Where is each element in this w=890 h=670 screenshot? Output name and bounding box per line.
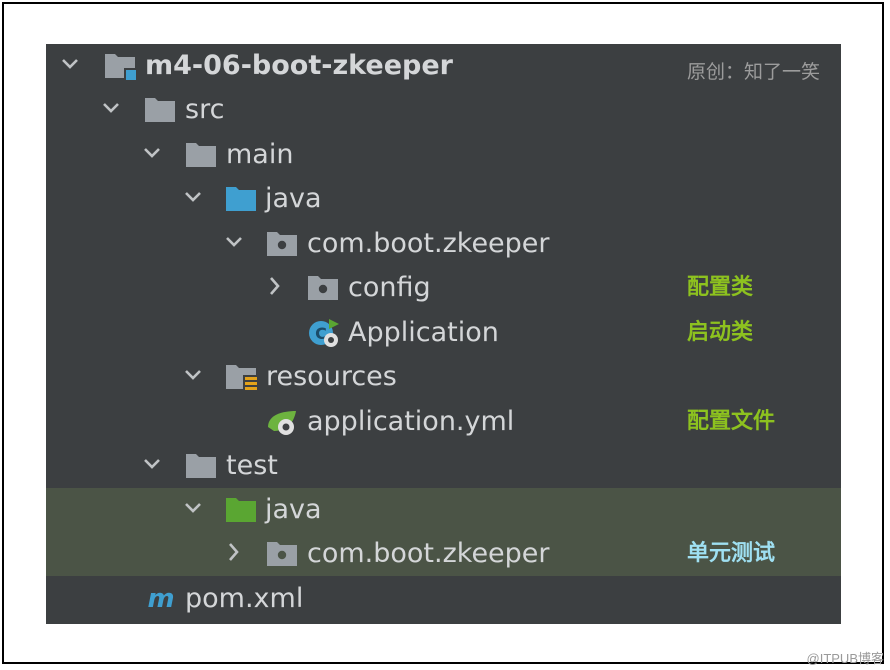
chevron-right-icon[interactable] [224, 540, 244, 564]
chevron-down-icon[interactable] [224, 230, 244, 254]
project-tree-panel: m4-06-boot-zkeeper 原创：知了一笑 src main java… [46, 44, 841, 624]
java-label: java [265, 183, 322, 214]
tree-row-pom[interactable]: m pom.xml [46, 577, 841, 621]
source-folder-icon [226, 187, 256, 211]
test-label: test [226, 450, 278, 481]
pom-label: pom.xml [185, 583, 304, 614]
tree-row-src[interactable]: src [46, 88, 841, 132]
svg-text:m: m [147, 584, 174, 614]
spring-boot-app-icon: C [309, 319, 339, 347]
tree-row-java-main[interactable]: java [46, 177, 841, 221]
src-label: src [185, 94, 225, 125]
package-icon [308, 276, 338, 300]
chevron-down-icon[interactable] [183, 185, 203, 209]
resources-label: resources [266, 361, 397, 392]
tree-row-main[interactable]: main [46, 133, 841, 177]
module-label: m4-06-boot-zkeeper [145, 50, 453, 81]
application-yml-annotation: 配置文件 [687, 409, 776, 434]
application-annotation: 启动类 [687, 320, 754, 345]
package-icon [267, 542, 297, 566]
watermark: @ITPUB博客 [806, 651, 884, 666]
tree-row-application-yml[interactable]: application.yml 配置文件 [46, 400, 841, 444]
config-label: config [348, 272, 431, 303]
chevron-down-icon[interactable] [183, 363, 203, 387]
tree-row-package-test[interactable]: com.boot.zkeeper 单元测试 [46, 532, 841, 576]
maven-icon: m [147, 584, 174, 614]
chevron-down-icon[interactable] [101, 96, 121, 120]
chevron-down-icon[interactable] [142, 452, 162, 476]
tree-row-package-main[interactable]: com.boot.zkeeper [46, 222, 841, 266]
package-test-annotation: 单元测试 [687, 541, 776, 566]
tree-row-test[interactable]: test [46, 444, 841, 488]
tree-row-config[interactable]: config 配置类 [46, 266, 841, 310]
config-annotation: 配置类 [687, 275, 754, 300]
chevron-down-icon[interactable] [183, 496, 203, 520]
spring-config-icon [268, 411, 296, 435]
resources-folder-icon [226, 365, 258, 392]
package-label: com.boot.zkeeper [307, 228, 550, 259]
folder-icon [186, 143, 216, 167]
author-credit: 原创：知了一笑 [687, 61, 821, 83]
package-icon [267, 232, 297, 256]
chevron-right-icon[interactable] [265, 274, 285, 298]
application-yml-label: application.yml [307, 406, 515, 437]
folder-icon [186, 454, 216, 478]
tree-row-application[interactable]: C Application 启动类 [46, 311, 841, 355]
chevron-down-icon[interactable] [60, 52, 80, 76]
folder-icon [145, 98, 175, 122]
tree-row-java-test[interactable]: java [46, 488, 841, 532]
tree-row-resources[interactable]: resources [46, 355, 841, 399]
package-test-label: com.boot.zkeeper [307, 538, 550, 569]
main-label: main [226, 139, 294, 170]
java-test-label: java [265, 494, 322, 525]
test-source-folder-icon [226, 498, 256, 522]
module-folder-icon [105, 54, 137, 80]
tree-row-module[interactable]: m4-06-boot-zkeeper 原创：知了一笑 [46, 44, 841, 88]
chevron-down-icon[interactable] [142, 141, 162, 165]
application-label: Application [348, 317, 499, 348]
